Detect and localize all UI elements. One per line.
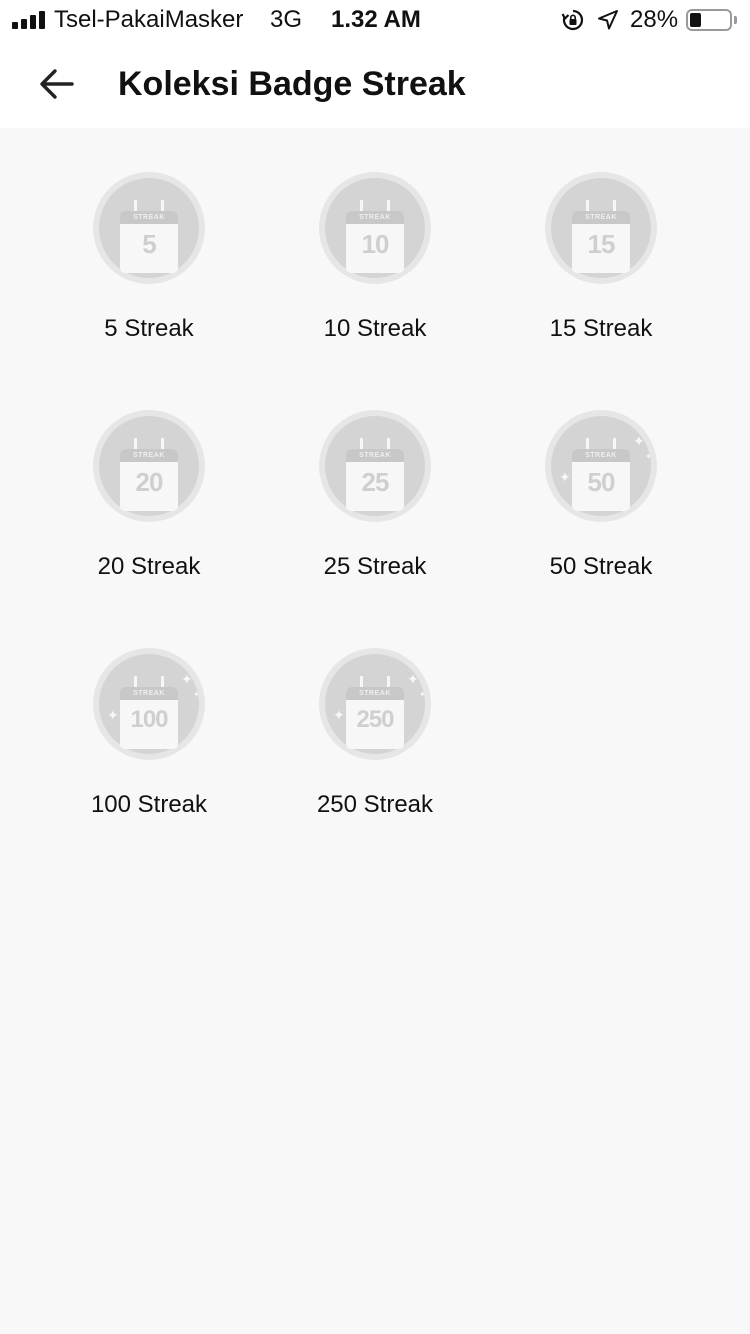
badge-icon-inner: STREAK 100 ✦ ✦ ✦ (99, 654, 200, 754)
badge-number: 15 (587, 229, 616, 259)
badge-number: 50 (587, 467, 616, 497)
location-arrow-icon (596, 8, 620, 32)
calendar-icon: STREAK 250 (346, 687, 404, 749)
calendar-header: STREAK (120, 449, 178, 462)
battery-percent: 28% (630, 6, 679, 33)
badge-label: 50 Streak (549, 553, 653, 580)
battery-level-fill (690, 13, 701, 27)
badge-icon: STREAK 20 (93, 410, 205, 522)
badge-label: 5 Streak (104, 315, 194, 342)
badge-icon-inner: STREAK 10 (325, 178, 425, 278)
badge-item[interactable]: STREAK 50 ✦ ✦ ✦ 50 Streak (488, 366, 714, 580)
badge-item[interactable]: STREAK 15 15 Streak (488, 128, 714, 342)
calendar-header: STREAK (346, 211, 404, 224)
calendar-icon: STREAK 50 (572, 449, 630, 511)
badge-item[interactable]: STREAK 250 ✦ ✦ ✦ 250 Streak (262, 604, 488, 818)
badge-number: 25 (361, 467, 390, 497)
sparkle-icon: ✦ (107, 707, 119, 723)
badge-icon: STREAK 100 ✦ ✦ ✦ (93, 648, 205, 760)
page-title: Koleksi Badge Streak (118, 65, 466, 103)
badge-icon: STREAK 250 ✦ ✦ ✦ (319, 648, 431, 760)
badge-item[interactable]: STREAK 100 ✦ ✦ ✦ 100 Streak (36, 604, 262, 818)
sparkle-icon: ✦ (333, 707, 345, 723)
calendar-header: STREAK (120, 687, 178, 700)
badge-icon: STREAK 5 (93, 172, 205, 284)
battery-cap (734, 16, 737, 24)
sparkle-icon: ✦ (559, 469, 571, 485)
badge-item[interactable]: STREAK 25 25 Streak (262, 366, 488, 580)
calendar-icon: STREAK 100 (120, 687, 178, 749)
badge-label: 25 Streak (323, 553, 427, 580)
badge-icon-inner: STREAK 250 ✦ ✦ ✦ (325, 654, 426, 754)
badge-number: 5 (142, 229, 156, 259)
badge-icon: STREAK 15 (545, 172, 657, 284)
badge-streak-word: STREAK (585, 214, 617, 221)
calendar-header: STREAK (572, 449, 630, 462)
badge-streak-word: STREAK (359, 452, 391, 459)
badge-icon-inner: STREAK 5 (99, 178, 199, 278)
calendar-header: STREAK (572, 211, 630, 224)
calendar-header: STREAK (120, 211, 178, 224)
sparkle-icon: ✦ (633, 433, 645, 449)
badge-streak-word: STREAK (359, 214, 391, 221)
header-bar: Koleksi Badge Streak (0, 40, 750, 128)
sparkle-icon: ✦ (419, 690, 426, 699)
signal-icon (12, 11, 46, 29)
calendar-icon: STREAK 25 (346, 449, 404, 511)
badge-label: 10 Streak (323, 315, 427, 342)
calendar-header: STREAK (346, 687, 404, 700)
carrier-name: Tsel-PakaiMasker (54, 6, 244, 33)
badge-streak-word: STREAK (359, 690, 391, 697)
badge-item[interactable]: STREAK 5 5 Streak (36, 128, 262, 342)
badge-icon-inner: STREAK 15 (551, 178, 651, 278)
sparkle-icon: ✦ (645, 452, 652, 461)
badge-icon-inner: STREAK 50 ✦ ✦ ✦ (551, 416, 652, 516)
status-time: 1.32 AM (331, 6, 421, 33)
badge-label: 250 Streak (316, 791, 434, 818)
badge-label: 20 Streak (97, 553, 201, 580)
calendar-icon: STREAK 20 (120, 449, 178, 511)
rotation-lock-icon (561, 8, 585, 32)
badge-label: 15 Streak (549, 315, 653, 342)
badge-icon-inner: STREAK 25 (325, 416, 425, 516)
sparkle-icon: ✦ (181, 671, 193, 687)
badge-item[interactable]: STREAK 20 20 Streak (36, 366, 262, 580)
battery-icon (686, 9, 732, 31)
badge-icon-inner: STREAK 20 (99, 416, 199, 516)
network-type: 3G (270, 6, 303, 33)
badge-item[interactable]: STREAK 10 10 Streak (262, 128, 488, 342)
badge-icon: STREAK 50 ✦ ✦ ✦ (545, 410, 657, 522)
sparkle-icon: ✦ (193, 690, 200, 699)
badge-number: 20 (135, 467, 164, 497)
badge-number: 10 (361, 229, 390, 259)
badge-number: 100 (130, 706, 168, 733)
arrow-left-icon (40, 69, 74, 99)
calendar-header: STREAK (346, 449, 404, 462)
sparkle-icon: ✦ (407, 671, 419, 687)
badge-streak-word: STREAK (133, 690, 165, 697)
badge-number: 250 (356, 706, 394, 733)
badge-label: 100 Streak (90, 791, 208, 818)
calendar-icon: STREAK 10 (346, 211, 404, 273)
badge-streak-word: STREAK (133, 452, 165, 459)
badge-streak-word: STREAK (133, 214, 165, 221)
badge-icon: STREAK 25 (319, 410, 431, 522)
badge-icon: STREAK 10 (319, 172, 431, 284)
calendar-icon: STREAK 5 (120, 211, 178, 273)
badge-streak-word: STREAK (585, 452, 617, 459)
calendar-icon: STREAK 15 (572, 211, 630, 273)
back-button[interactable] (28, 60, 84, 108)
status-bar: Tsel-PakaiMasker 3G 1.32 AM 28% (0, 0, 750, 40)
